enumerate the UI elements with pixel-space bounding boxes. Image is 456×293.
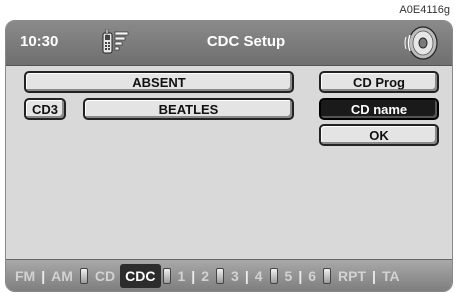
rpt-button[interactable]: RPT <box>333 265 371 287</box>
preset-5[interactable]: 5 <box>280 265 298 287</box>
display-screen: 10:30 CDC Setup ABSENT CD3 BEATLES CD Pr… <box>5 20 453 292</box>
page-title: CDC Setup <box>206 33 286 50</box>
preset-2[interactable]: 2 <box>196 265 214 287</box>
knob-marker <box>216 268 225 284</box>
cd-name-button[interactable]: CD name <box>319 98 439 120</box>
disc-name-field: BEATLES <box>83 98 294 120</box>
status-field: ABSENT <box>24 71 294 93</box>
knob-marker <box>79 268 88 284</box>
header-bar: 10:30 CDC Setup <box>6 21 452 66</box>
source-cdc[interactable]: CDC <box>120 264 161 288</box>
source-fm[interactable]: FM <box>10 265 40 287</box>
preset-4[interactable]: 4 <box>250 265 268 287</box>
disc-number-field: CD3 <box>24 98 66 120</box>
source-am[interactable]: AM <box>46 265 78 287</box>
preset-1[interactable]: 1 <box>173 265 191 287</box>
phone-signal-icon <box>102 28 130 60</box>
clock: 10:30 <box>20 33 59 50</box>
preset-3[interactable]: 3 <box>226 265 244 287</box>
knob-marker <box>269 268 278 284</box>
source-cd[interactable]: CD <box>90 265 120 287</box>
ta-button[interactable]: TA <box>377 265 405 287</box>
knob-marker <box>323 268 332 284</box>
image-code: A0E4116g <box>399 4 450 16</box>
source-bar: FM | AM CD CDC 1 | 2 3 | 4 5 | 6 RPT | T… <box>6 259 452 291</box>
ok-button[interactable]: OK <box>319 124 439 146</box>
preset-6[interactable]: 6 <box>303 265 321 287</box>
disc-icon <box>404 25 440 66</box>
knob-marker <box>162 268 171 284</box>
cd-prog-button[interactable]: CD Prog <box>319 71 439 93</box>
